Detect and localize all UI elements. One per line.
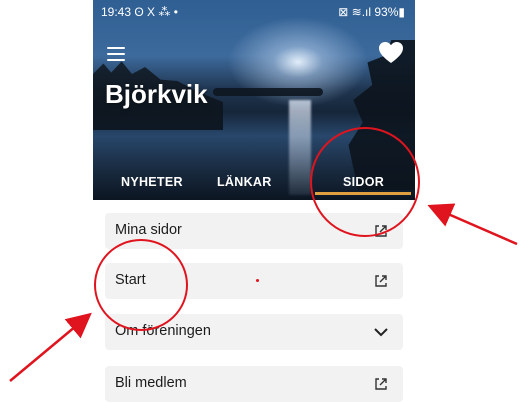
app-title: Björkvik (105, 79, 208, 109)
annotation-dot (256, 279, 259, 282)
external-link-icon (375, 378, 387, 390)
tab-nyheter[interactable]: NYHETER (121, 175, 183, 189)
menu-icon[interactable] (107, 47, 125, 61)
tab-lankar[interactable]: LÄNKAR (217, 175, 272, 189)
list-item-bli-medlem[interactable]: Bli medlem (105, 366, 403, 402)
list-item-label: Mina sidor (115, 222, 182, 238)
status-bar: 19:43 ʘ X ⁂ • ⊠ ≋.ıl 93%▮ (93, 0, 415, 24)
status-battery: ⊠ ≋.ıl 93%▮ (338, 5, 405, 19)
external-link-icon (375, 275, 387, 287)
status-indicators: ʘ X ⁂ • (134, 5, 178, 19)
arrow-to-sidor (427, 203, 518, 246)
annotation-circle-start (94, 239, 188, 331)
annotation-circle-sidor (310, 127, 420, 237)
heart-icon[interactable] (379, 42, 403, 64)
list-item-label: Bli medlem (115, 375, 187, 391)
chevron-down-icon (374, 328, 388, 337)
shoreline (213, 88, 323, 96)
status-time-group: 19:43 ʘ X ⁂ • (101, 5, 178, 19)
status-time: 19:43 (101, 5, 132, 19)
arrow-to-start (9, 312, 92, 382)
